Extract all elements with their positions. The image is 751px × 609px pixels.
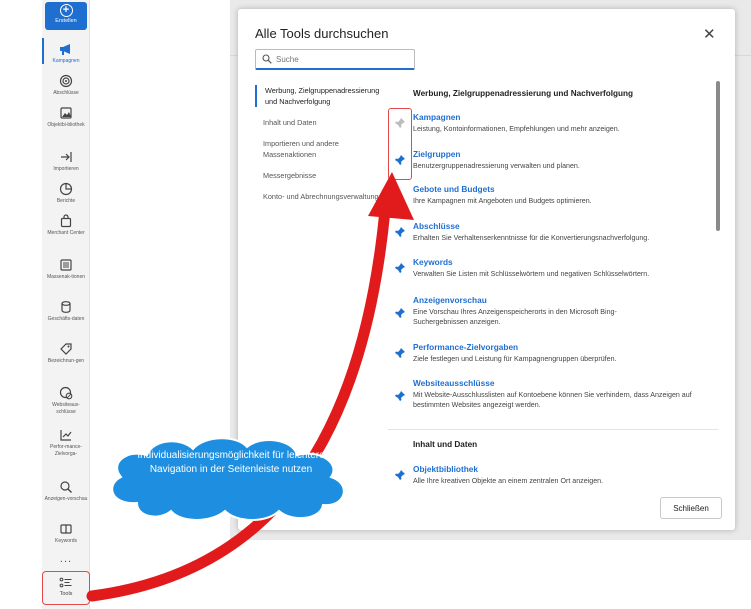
left-sidebar: + Erstellen Kampagnen Abschlüsse Objektb… <box>42 0 90 609</box>
annotation-cloud <box>111 437 345 521</box>
screenshot: + Erstellen Kampagnen Abschlüsse Objektb… <box>0 0 751 609</box>
category-konto-abrechnung[interactable]: Konto- und Abrechnungsverwaltung <box>255 191 385 202</box>
tool-description: Ihre Kampagnen mit Angeboten und Budgets… <box>413 197 592 205</box>
tool-description: Leistung, Kontoinformationen, Empfehlung… <box>413 125 620 133</box>
sidebar-item-importieren[interactable]: Importieren <box>42 150 90 173</box>
section-title-inhalt: Inhalt und Daten <box>413 440 478 449</box>
pin-filled-icon[interactable] <box>394 226 406 238</box>
tool-name[interactable]: Performance-Zielvorgaben <box>413 342 518 352</box>
create-button-label: Erstellen <box>55 18 77 24</box>
tag-icon <box>60 343 72 355</box>
plus-circle-icon: + <box>59 4 73 17</box>
tool-name[interactable]: Abschlüsse <box>413 221 460 231</box>
close-button[interactable]: Schließen <box>660 497 722 519</box>
tool-name[interactable]: Objektbibliothek <box>413 464 478 474</box>
sidebar-item-label: Keywords <box>55 538 77 544</box>
sidebar-item-abschluesse[interactable]: Abschlüsse <box>42 74 90 97</box>
sidebar-item-anzeigenvorschau[interactable]: Anzeigen-vorschau <box>42 480 90 503</box>
sidebar-item-label: Websiteaus-schlüsse <box>52 402 80 415</box>
create-button[interactable]: + Erstellen <box>45 2 87 30</box>
sidebar-item-websiteausschluesse[interactable]: Websiteaus-schlüsse <box>42 386 90 415</box>
pin-highlight-box <box>388 108 412 180</box>
megaphone-icon <box>60 44 70 55</box>
pin-filled-icon[interactable] <box>394 262 406 274</box>
tool-name[interactable]: Keywords <box>413 257 453 267</box>
annotation-text: Individualisierungsmöglichkeit für leich… <box>137 450 325 475</box>
sidebar-item-kampagnen[interactable]: Kampagnen <box>42 42 90 65</box>
sidebar-item-keywords[interactable]: Keywords <box>42 522 90 545</box>
section-title-werbung: Werbung, Zielgruppenadressierung und Nac… <box>413 89 634 98</box>
sidebar-item-label: Massenak-tionen <box>46 274 86 280</box>
tool-name[interactable]: Websiteausschlüsse <box>413 378 494 388</box>
tool-description: Erhalten Sie Verhaltenserkenntnisse für … <box>413 234 650 242</box>
pin-filled-icon[interactable] <box>394 390 406 402</box>
sidebar-item-label: Bezeichnun-gen <box>47 358 85 364</box>
sidebar-item-label: Kampagnen <box>52 58 80 64</box>
tool-name[interactable]: Anzeigenvorschau <box>413 295 487 305</box>
sidebar-item-tools[interactable]: Tools <box>42 571 90 605</box>
scrollbar[interactable] <box>716 81 720 231</box>
sidebar-item-performance-zielvorgaben[interactable]: Perfor-mance-Zielvorga- <box>42 428 90 457</box>
tools-label: Tools <box>59 591 73 597</box>
import-icon <box>61 152 72 162</box>
sidebar-item-label: Objektbi-bliothek <box>47 122 85 128</box>
section-divider <box>388 429 718 430</box>
search-icon <box>262 54 272 64</box>
pin-filled-icon[interactable] <box>394 469 406 481</box>
shopping-bag-icon <box>60 214 72 228</box>
tool-description: Eine Vorschau Ihres Anzeigenspeicherorts… <box>413 308 617 326</box>
sidebar-item-berichte[interactable]: Berichte <box>42 182 90 205</box>
target-icon <box>59 74 73 88</box>
tool-description: Verwalten Sie Listen mit Schlüsselwörter… <box>413 270 650 278</box>
chart-pie-icon <box>59 182 73 196</box>
dialog-title: Alle Tools durchsuchen <box>255 26 389 41</box>
tool-description: Ziele festlegen und Leistung für Kampagn… <box>413 355 617 363</box>
keywords-icon <box>60 524 72 534</box>
tool-description: Mit Website-Ausschlusslisten auf Kontoeb… <box>413 391 692 409</box>
tool-name[interactable]: Zielgruppen <box>413 149 460 159</box>
sidebar-item-merchant-center[interactable]: Merchant Center <box>42 214 90 237</box>
category-werbung[interactable]: Werbung, Zielgruppenadressierung und Nac… <box>255 85 385 107</box>
category-inhalt-daten[interactable]: Inhalt und Daten <box>255 117 385 128</box>
category-list: Werbung, Zielgruppenadressierung und Nac… <box>255 85 385 212</box>
close-icon[interactable]: ✕ <box>703 25 716 43</box>
category-messergebnisse[interactable]: Messergebnisse <box>255 170 385 181</box>
search-input[interactable] <box>276 52 410 67</box>
globe-block-icon <box>59 386 73 400</box>
tool-name[interactable]: Kampagnen <box>413 112 460 122</box>
tools-list-icon <box>59 577 72 588</box>
bulk-list-icon <box>60 259 72 271</box>
sidebar-item-label: Merchant Center <box>47 230 85 236</box>
more-items-button[interactable]: ... <box>42 553 90 565</box>
sidebar-item-label: Geschäfts-daten <box>47 316 85 322</box>
pin-filled-icon[interactable] <box>394 307 406 319</box>
database-icon <box>61 301 71 313</box>
search-field[interactable] <box>255 49 415 70</box>
sidebar-item-label: Perfor-mance-Zielvorga- <box>50 444 82 457</box>
tool-description: Alle Ihre kreativen Objekte an einem zen… <box>413 477 604 485</box>
sidebar-item-label: Anzeigen-vorschau <box>44 496 88 502</box>
image-library-icon <box>60 107 72 119</box>
sidebar-item-objektbibliothek[interactable]: Objektbi-bliothek <box>42 106 90 129</box>
sidebar-item-label: Berichte <box>56 198 76 204</box>
sidebar-item-label: Abschlüsse <box>53 90 79 96</box>
tools-list: Werbung, Zielgruppenadressierung und Nac… <box>388 85 713 515</box>
sidebar-item-label: Importieren <box>53 166 79 172</box>
tool-name[interactable]: Gebote und Budgets <box>413 184 495 194</box>
sidebar-item-bezeichnungen[interactable]: Bezeichnun-gen <box>42 342 90 365</box>
pin-filled-icon[interactable] <box>394 347 406 359</box>
tool-description: Benutzergruppenadressierung verwalten un… <box>413 162 580 170</box>
sidebar-item-massenaktionen[interactable]: Massenak-tionen <box>42 258 90 281</box>
trend-chart-icon <box>60 430 72 441</box>
category-importieren[interactable]: Importieren und andere Massenaktionen <box>255 138 385 160</box>
preview-search-icon <box>60 481 72 493</box>
sidebar-item-geschaeftsdaten[interactable]: Geschäfts-daten <box>42 300 90 323</box>
